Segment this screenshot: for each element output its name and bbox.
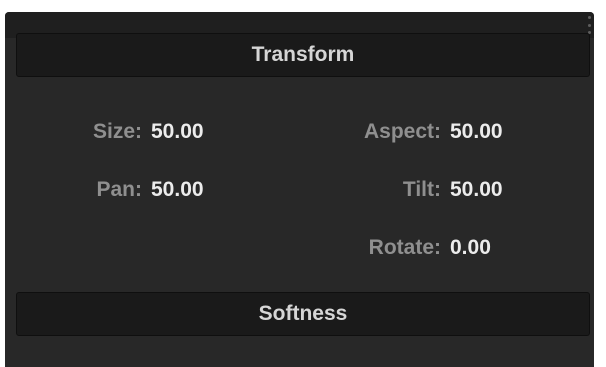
tilt-label: Tilt: bbox=[402, 178, 441, 201]
softness-section-title: Softness bbox=[258, 302, 348, 325]
softness-section-header[interactable]: Softness bbox=[16, 292, 590, 336]
transform-section-header[interactable]: Transform bbox=[16, 33, 590, 77]
tilt-value[interactable]: 50.00 bbox=[450, 178, 503, 202]
pan-value[interactable]: 50.00 bbox=[151, 178, 204, 202]
pan-label: Pan: bbox=[96, 178, 142, 201]
aspect-param: Aspect: 50.00 bbox=[335, 120, 503, 144]
size-value[interactable]: 50.00 bbox=[151, 120, 204, 144]
kebab-dot bbox=[587, 16, 591, 19]
tilt-param: Tilt: 50.00 bbox=[335, 178, 503, 202]
rotate-label: Rotate: bbox=[368, 236, 441, 259]
pan-param: Pan: 50.00 bbox=[70, 178, 204, 202]
aspect-label: Aspect: bbox=[363, 120, 441, 143]
kebab-dot bbox=[587, 23, 591, 27]
transform-section-title: Transform bbox=[251, 43, 355, 66]
rotate-value[interactable]: 0.00 bbox=[450, 236, 491, 260]
rotate-param: Rotate: 0.00 bbox=[335, 236, 491, 260]
size-param: Size: 50.00 bbox=[70, 120, 204, 144]
kebab-menu-icon[interactable] bbox=[586, 16, 592, 34]
size-label: Size: bbox=[92, 120, 142, 143]
aspect-value[interactable]: 50.00 bbox=[450, 120, 503, 144]
